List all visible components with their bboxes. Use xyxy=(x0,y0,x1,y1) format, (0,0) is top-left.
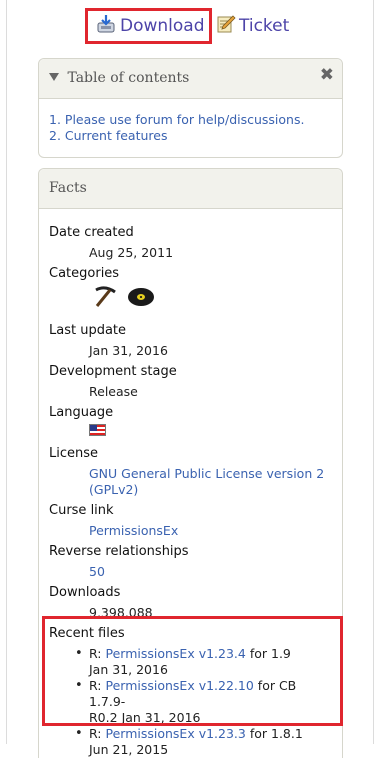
downloads-label: Downloads xyxy=(49,585,121,600)
license-label: License xyxy=(49,446,99,461)
license-link-line1[interactable]: GNU General Public License version 2 xyxy=(89,466,332,482)
close-icon[interactable]: ✖ xyxy=(320,65,334,85)
left-frame-edge xyxy=(0,0,7,744)
recent-file-date: Jun 21, 2015 xyxy=(89,742,169,757)
license-link-line2[interactable]: (GPLv2) xyxy=(89,482,332,498)
ticket-label: Ticket xyxy=(239,16,290,36)
dev-stage-value: Release xyxy=(89,384,138,399)
date-created-label: Date created xyxy=(49,225,134,240)
toc-item-features[interactable]: 2. Current features xyxy=(49,128,332,144)
language-label: Language xyxy=(49,405,114,420)
last-update-row: Last update Jan 31, 2016 xyxy=(49,323,332,359)
ticket-link[interactable]: Ticket xyxy=(216,14,289,38)
dev-stage-label: Development stage xyxy=(49,364,177,379)
toc-list: 1. Please use forum for help/discussions… xyxy=(39,99,342,144)
categories-row: Categories xyxy=(49,266,332,311)
download-icon xyxy=(96,14,116,38)
right-frame-edge xyxy=(373,0,387,744)
pickaxe-icon[interactable] xyxy=(93,286,119,311)
facts-title: Facts xyxy=(49,180,87,196)
facts-header: Facts xyxy=(39,169,342,209)
curse-link-row: Curse link PermissionsEx xyxy=(49,503,332,539)
toc-header[interactable]: Table of contents ✖ xyxy=(39,59,342,99)
recent-files-highlight-box xyxy=(42,616,343,726)
reverse-row: Reverse relationships 50 xyxy=(49,544,332,580)
license-row: License GNU General Public License versi… xyxy=(49,446,332,498)
date-created-row: Date created Aug 25, 2011 xyxy=(49,225,332,261)
date-created-value: Aug 25, 2011 xyxy=(89,245,174,260)
toc-item-help[interactable]: 1. Please use forum for help/discussions… xyxy=(49,112,332,128)
list-item: R: PermissionsEx v1.23.3 for 1.8.1 Jun 2… xyxy=(49,726,332,758)
download-label: Download xyxy=(120,16,205,36)
curse-link-label: Curse link xyxy=(49,503,114,518)
language-row: Language xyxy=(49,405,332,436)
ticket-icon xyxy=(216,14,236,38)
toc-panel: Table of contents ✖ 1. Please use forum … xyxy=(38,58,343,158)
us-flag-icon xyxy=(89,424,106,436)
download-link[interactable]: Download xyxy=(96,14,205,38)
reverse-value[interactable]: 50 xyxy=(89,564,332,580)
curse-link[interactable]: PermissionsEx xyxy=(89,523,332,539)
reverse-label: Reverse relationships xyxy=(49,544,189,559)
last-update-value: Jan 31, 2016 xyxy=(89,343,168,358)
collapse-triangle-icon[interactable] xyxy=(49,73,59,81)
recent-file-link[interactable]: PermissionsEx v1.23.3 xyxy=(106,726,246,741)
categories-label: Categories xyxy=(49,266,120,281)
dev-stage-row: Development stage Release xyxy=(49,364,332,400)
disc-icon[interactable] xyxy=(127,286,155,311)
categories-icons xyxy=(93,286,332,311)
toc-title: Table of contents xyxy=(67,70,190,86)
last-update-label: Last update xyxy=(49,323,127,338)
